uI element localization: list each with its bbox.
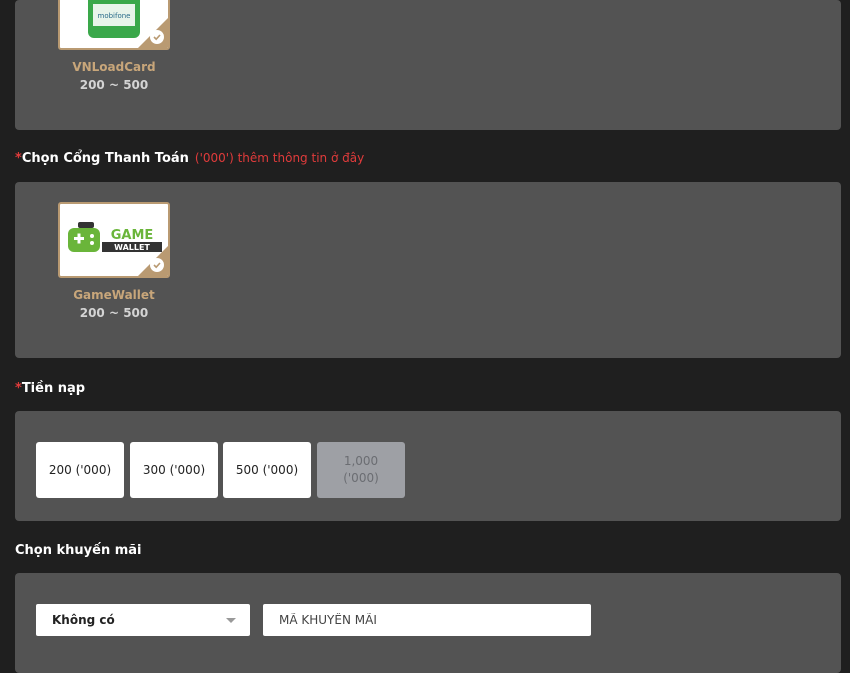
gateway-option-gamewallet[interactable]: GAME WALLET GameWallet 200 ~ 500 (58, 202, 170, 320)
gateway-label-text: Chọn Cổng Thanh Toán (21, 151, 189, 166)
gamewallet-logo: GAME WALLET (58, 202, 170, 278)
gateway-name: GameWallet (73, 288, 155, 302)
card-name: VNLoadCard (72, 60, 156, 74)
promo-section-label: Chọn khuyến mãi (15, 543, 142, 558)
vnloadcard-logo: mobifone (58, 0, 170, 50)
gateway-section-label: *Chọn Cổng Thanh Toán ('000') thêm thông … (15, 151, 364, 166)
amount-option-label-line2: ('000) (343, 471, 379, 485)
amount-option-label-line1: 1,000 (343, 454, 379, 468)
promo-select-value: Không có (52, 613, 115, 627)
svg-text:mobifone: mobifone (98, 12, 131, 20)
check-icon (150, 258, 164, 272)
amount-option-500[interactable]: 500 ('000) (223, 442, 311, 498)
gateway-range: 200 ~ 500 (79, 306, 149, 320)
amount-option-1000: 1,000 ('000) (317, 442, 405, 498)
card-panel: mobifone VNLoadCard 200 ~ 500 (15, 0, 841, 130)
amount-label-text: Tiền nạp (21, 381, 86, 396)
check-icon (150, 30, 164, 44)
chevron-down-icon (226, 618, 236, 623)
required-mark: * (15, 381, 22, 396)
promo-code-input[interactable] (263, 604, 591, 636)
card-range: 200 ~ 500 (79, 78, 149, 92)
card-option-vnloadcard[interactable]: mobifone VNLoadCard 200 ~ 500 (58, 0, 170, 92)
amount-option-200[interactable]: 200 ('000) (36, 442, 124, 498)
svg-text:GAME: GAME (111, 228, 154, 243)
amount-option-label: 300 ('000) (142, 463, 206, 477)
gateway-hint: ('000') thêm thông tin ở đây (194, 151, 365, 165)
amount-option-300[interactable]: 300 ('000) (130, 442, 218, 498)
amount-option-label: 200 ('000) (48, 463, 112, 477)
gateway-panel: GAME WALLET GameWallet 200 ~ 500 (15, 182, 841, 358)
amount-option-label: 500 ('000) (235, 463, 299, 477)
promo-select[interactable]: Không có (36, 604, 250, 636)
required-mark: * (15, 151, 22, 166)
amount-section-label: *Tiền nạp (15, 381, 85, 396)
